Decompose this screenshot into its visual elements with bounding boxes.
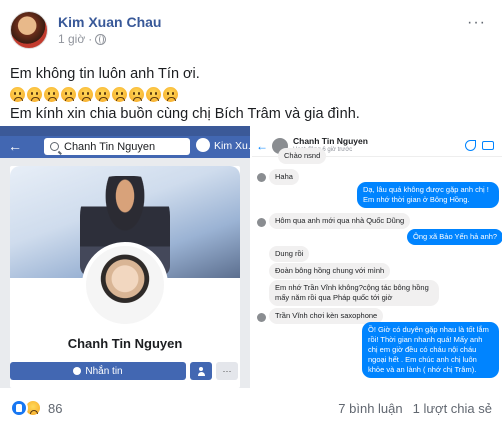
fb-search-text: Chanh Tin Nguyen bbox=[64, 140, 156, 153]
messenger-icon bbox=[196, 138, 210, 152]
profile-picture bbox=[82, 242, 168, 328]
fb-user-chip: Kim Xu... bbox=[214, 140, 250, 152]
fb-search-box: Chanh Tin Nguyen bbox=[44, 138, 190, 155]
message-button-label: Nhắn tin bbox=[85, 365, 123, 377]
sad-face-emoji-icon bbox=[112, 86, 127, 102]
chat-message: Đoàn bông hồng chung với mình bbox=[269, 263, 391, 279]
post-text: Em không tin luôn anh Tín ơi. Em kính xi… bbox=[10, 64, 490, 124]
sad-face-emoji-icon bbox=[146, 86, 161, 102]
search-icon bbox=[50, 142, 59, 151]
author-block: Kim Xuan Chau 1 giờ · bbox=[58, 13, 161, 47]
sad-face-emoji-icon bbox=[27, 86, 42, 102]
chat-message: Dạ, lâu quá không được gặp anh chị ! Em … bbox=[357, 182, 499, 208]
sender-avatar bbox=[257, 218, 266, 227]
sad-emoji-row bbox=[10, 84, 490, 104]
post-time[interactable]: 1 giờ bbox=[58, 31, 85, 47]
post-text-line-1: Em không tin luôn anh Tín ơi. bbox=[10, 66, 200, 82]
post-meta: 1 giờ · bbox=[58, 31, 161, 47]
globe-icon[interactable] bbox=[95, 33, 107, 45]
profile-screenshot[interactable]: ← Chanh Tin Nguyen Kim Xu... Chanh Tin N… bbox=[0, 126, 250, 388]
like-reaction-icon bbox=[10, 399, 28, 417]
sad-face-emoji-icon bbox=[129, 86, 144, 102]
footer-stats: 7 bình luận 1 lượt chia sẻ bbox=[338, 401, 492, 416]
sad-face-emoji-icon bbox=[44, 86, 59, 102]
chat-message: Em nhớ Trần Vĩnh không?cộng tác bông hồn… bbox=[269, 280, 439, 306]
friend-button bbox=[190, 362, 212, 380]
chat-message: Chào nsnd bbox=[278, 148, 327, 164]
chat-message: Haha bbox=[269, 169, 299, 185]
sad-face-emoji-icon bbox=[163, 86, 178, 102]
sad-face-emoji-icon bbox=[61, 86, 76, 102]
sad-face-emoji-icon bbox=[95, 86, 110, 102]
chat-message: Hôm qua anh mới qua nhà Quốc Dũng bbox=[269, 213, 411, 229]
sender-avatar bbox=[257, 313, 266, 322]
chat-message: Ông xã Bảo Yến hả anh? bbox=[407, 229, 502, 245]
phone-status-bar bbox=[0, 126, 250, 136]
post-header: Kim Xuan Chau 1 giờ · ··· bbox=[10, 10, 490, 50]
chat-message: Trần Vĩnh chơi kèn saxophone bbox=[269, 308, 384, 324]
more-button: ··· bbox=[216, 362, 238, 380]
chat-message: Dung rồi bbox=[269, 246, 310, 262]
post-text-line-3: Em kính xin chia buồn cùng chị Bích Trâm… bbox=[10, 106, 360, 122]
post-footer: 86 7 bình luận 1 lượt chia sẻ bbox=[0, 388, 502, 428]
comments-link[interactable]: 7 bình luận bbox=[338, 401, 402, 416]
person-icon bbox=[197, 366, 205, 376]
post-images[interactable]: ← Chanh Tin Nguyen Kim Xu... Chanh Tin N… bbox=[0, 126, 502, 388]
back-arrow-icon: ← bbox=[256, 138, 268, 153]
sad-face-emoji-icon bbox=[78, 86, 93, 102]
chat-message: Ồ! Giờ có duyên gặp nhau là tốt lắm rồi!… bbox=[362, 322, 499, 378]
sad-face-emoji-icon bbox=[10, 86, 25, 102]
profile-name: Chanh Tin Nguyen bbox=[67, 336, 183, 351]
video-call-icon bbox=[482, 141, 494, 150]
reactions-summary[interactable]: 86 bbox=[10, 399, 62, 417]
shares-link[interactable]: 1 lượt chia sẻ bbox=[413, 401, 492, 416]
phone-call-icon bbox=[465, 140, 476, 151]
reaction-count: 86 bbox=[48, 400, 63, 416]
chat-title-text: Chanh Tin Nguyen bbox=[293, 135, 368, 146]
chat-screenshot[interactable]: ← Chanh Tin Nguyen Hoạt động 6 giờ trước… bbox=[250, 126, 502, 388]
sender-avatar bbox=[257, 173, 266, 182]
messenger-icon bbox=[73, 367, 82, 375]
profile-card: Chanh Tin Nguyen Nhắn tin ··· bbox=[10, 166, 240, 388]
author-name[interactable]: Kim Xuan Chau bbox=[58, 13, 161, 31]
message-button: Nhắn tin bbox=[10, 362, 186, 380]
author-avatar[interactable] bbox=[10, 11, 48, 49]
back-arrow-icon: ← bbox=[8, 138, 22, 154]
post-options-icon[interactable]: ··· bbox=[467, 14, 486, 32]
